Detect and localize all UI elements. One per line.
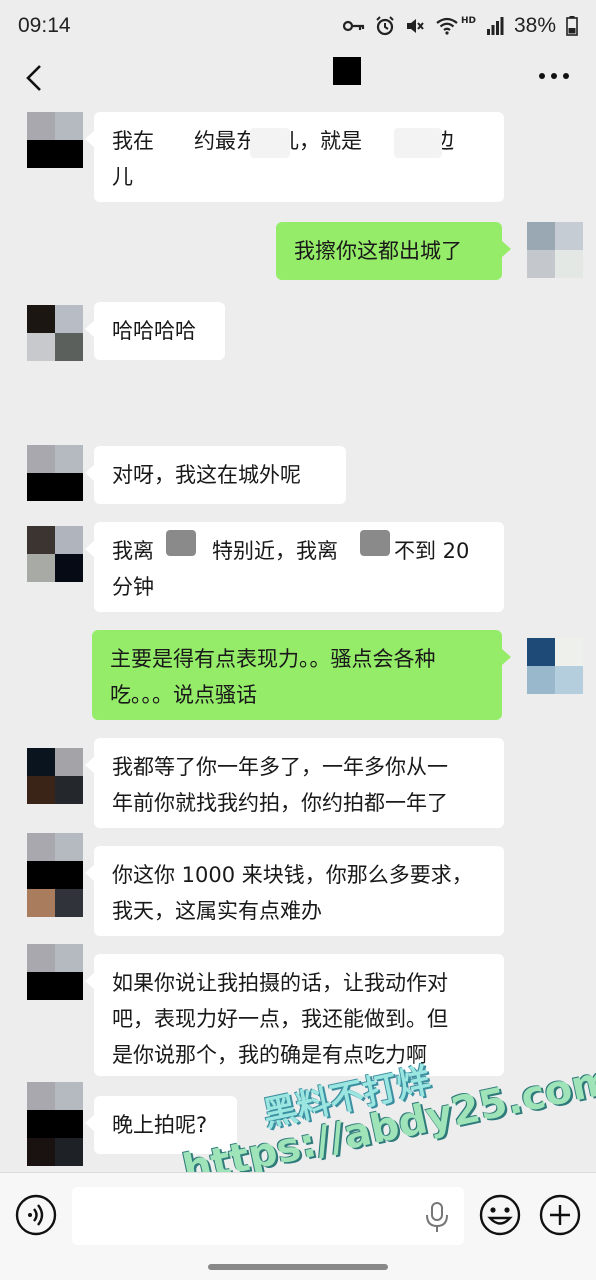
- avatar[interactable]: [27, 944, 83, 1000]
- message-text: 特别近，我离: [212, 539, 338, 563]
- redaction-block: [394, 128, 442, 158]
- avatar[interactable]: [527, 638, 583, 694]
- message-text: 是你说那个，我的确是有点吃力啊: [112, 1043, 427, 1067]
- avatar[interactable]: [27, 526, 83, 582]
- emoji-icon[interactable]: [478, 1193, 522, 1237]
- redacted-chat-title: [333, 57, 361, 85]
- message-text: 如果你说让我拍摄的话，让我动作对: [112, 971, 448, 995]
- status-icons: HD 38%: [342, 14, 578, 38]
- status-bar: 09:14 HD 38%: [0, 0, 596, 52]
- avatar[interactable]: [27, 1082, 83, 1166]
- redaction-block: [166, 530, 196, 556]
- avatar[interactable]: [27, 445, 83, 501]
- message-bubble-left[interactable]: 对呀，我这在城外呢: [85, 446, 346, 504]
- message-bubble-left[interactable]: 我都等了你一年多了，一年多你从一 年前你就找我约拍，你约拍都一年了: [85, 738, 504, 828]
- message-text: 我在: [112, 129, 154, 153]
- message-text: 我离: [112, 539, 154, 563]
- message-text: 对呀，我这在城外呢: [112, 463, 301, 487]
- status-time: 09:14: [18, 14, 71, 37]
- voice-icon[interactable]: [14, 1193, 58, 1237]
- message-text: 我都等了你一年多了，一年多你从一: [112, 755, 448, 779]
- mic-icon[interactable]: [424, 1201, 450, 1233]
- chevron-left-icon[interactable]: [20, 62, 48, 94]
- more-dots-icon[interactable]: [538, 68, 570, 84]
- hd-badge: HD: [460, 16, 476, 26]
- message-text: 主要是得有点表现力。。骚点会各种: [110, 647, 436, 671]
- alarm-icon: [376, 16, 394, 36]
- battery-percent: 38%: [513, 14, 556, 37]
- message-input[interactable]: [72, 1187, 464, 1245]
- message-text: 不到 20: [394, 539, 470, 563]
- avatar[interactable]: [27, 112, 83, 168]
- message-bubble-left[interactable]: 我离 特别近，我离 不到 20 分钟: [85, 522, 504, 612]
- message-text: 吃。。。说点骚话: [110, 683, 257, 707]
- avatar[interactable]: [27, 748, 83, 804]
- home-indicator: [208, 1264, 388, 1270]
- avatar[interactable]: [27, 833, 83, 917]
- message-text: 我擦你这都出城了: [294, 239, 462, 263]
- plus-icon[interactable]: [538, 1193, 582, 1237]
- message-bubble-left[interactable]: 哈哈哈哈: [85, 302, 225, 360]
- message-bubble-left[interactable]: 如果你说让我拍摄的话，让我动作对 吧，表现力好一点，我还能做到。但 是你说那个，…: [85, 954, 504, 1076]
- signal-icon: [486, 17, 504, 35]
- battery-icon: [566, 16, 578, 36]
- message-bubble-right[interactable]: 主要是得有点表现力。。骚点会各种 吃。。。说点骚话: [92, 630, 511, 720]
- message-bubble-left[interactable]: 我在约最东边儿，就是路边 儿: [85, 112, 504, 202]
- message-bubble-right[interactable]: 我擦你这都出城了: [276, 222, 511, 280]
- redaction-block: [250, 128, 290, 158]
- wifi-icon: [436, 17, 458, 35]
- message-text: 晚上拍呢?: [112, 1113, 208, 1137]
- message-bubble-left[interactable]: 晚上拍呢?: [85, 1096, 237, 1154]
- message-text: 儿: [112, 165, 133, 189]
- avatar[interactable]: [27, 305, 83, 361]
- redaction-block: [360, 530, 390, 556]
- mute-icon: [406, 19, 424, 33]
- message-text: 吧，表现力好一点，我还能做到。但: [112, 1007, 448, 1031]
- message-text: 年前你就找我约拍，你约拍都一年了: [112, 791, 448, 815]
- chat-header: [0, 52, 596, 104]
- message-text: 哈哈哈哈: [112, 319, 196, 343]
- key-icon: [342, 20, 365, 32]
- message-text: 我天，这属实有点难办: [112, 899, 322, 923]
- message-text: 你这你 1000 来块钱，你那么多要求，: [112, 863, 473, 887]
- message-bubble-left[interactable]: 你这你 1000 来块钱，你那么多要求， 我天，这属实有点难办: [85, 846, 504, 936]
- message-text: 分钟: [112, 575, 154, 599]
- avatar[interactable]: [527, 222, 583, 278]
